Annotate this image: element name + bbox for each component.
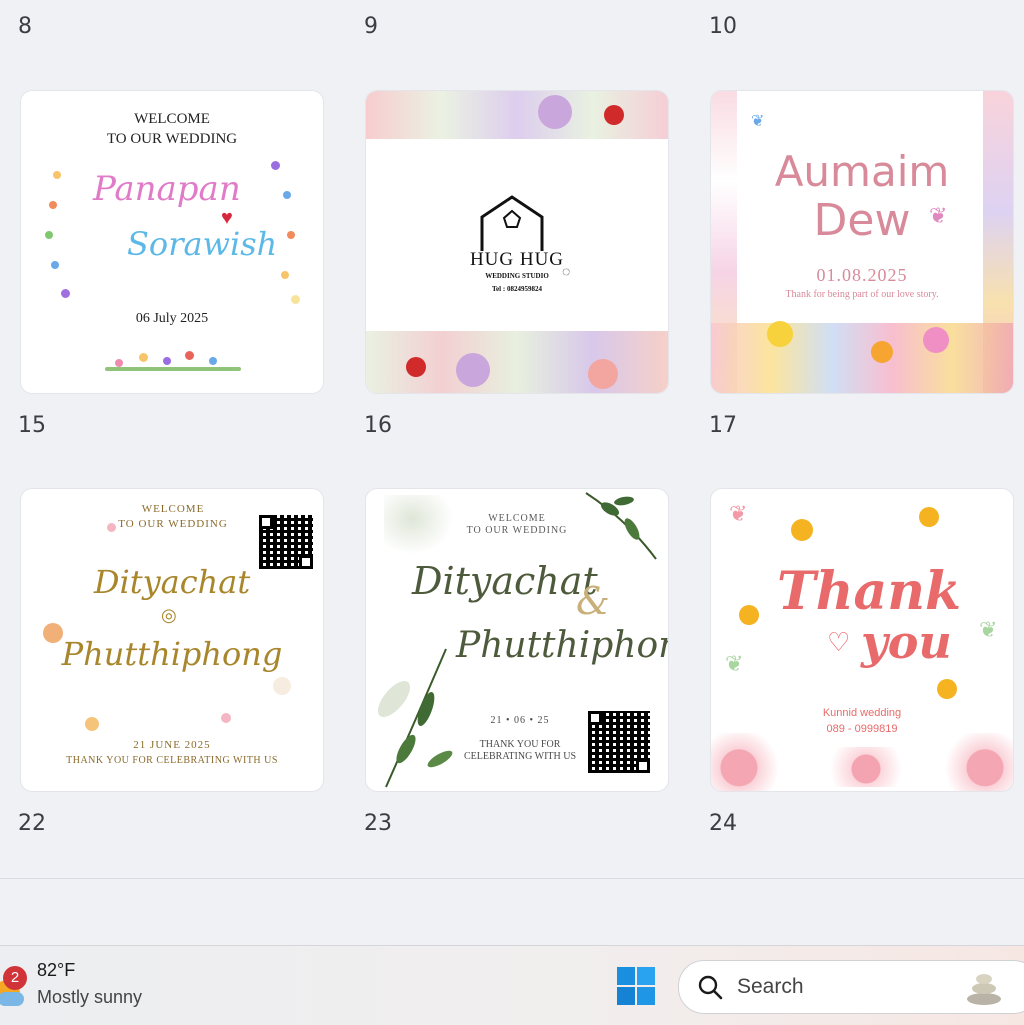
ampersand: &: [576, 579, 610, 623]
item-number-17: 17: [709, 413, 737, 438]
butterfly-icon: ❦: [929, 203, 948, 228]
you-text: you: [861, 615, 952, 669]
windows-start-icon[interactable]: [616, 966, 656, 1006]
weather-condition[interactable]: Mostly sunny: [37, 987, 142, 1008]
qr-code[interactable]: [588, 711, 650, 773]
flower-icon: [43, 623, 63, 643]
flower-icon: [85, 717, 99, 731]
thank-you-line-2: CELEBRATING WITH US: [463, 751, 577, 762]
flower-icon: [273, 677, 291, 695]
taskbar-search-box[interactable]: Search: [678, 960, 1024, 1014]
design-card-22[interactable]: WELCOME TO OUR WEDDING Dityachat ◎ Phutt…: [20, 488, 324, 792]
wedding-date: 01.08.2025: [816, 265, 908, 285]
flower-icon: [588, 359, 618, 389]
flower-icon: [871, 341, 893, 363]
groom-name: Sorawish: [127, 225, 278, 263]
flower-cluster-icon: [821, 747, 911, 787]
welcome-line-2: TO OUR WEDDING: [106, 131, 238, 147]
studio-phone: Tel : 0824959824: [492, 285, 542, 293]
stones-decoration-icon: [963, 969, 1003, 1005]
studio-subtitle: WEDDING STUDIO: [485, 272, 549, 280]
sunflower-icon: [791, 519, 813, 541]
flower-icon: [456, 353, 490, 387]
item-number-10: 10: [709, 14, 737, 39]
flower-icon: [406, 357, 426, 377]
bride-name: Dityachat: [93, 563, 251, 601]
item-number-16: 16: [364, 413, 392, 438]
bride-name: Dityachat: [412, 559, 598, 603]
butterfly-wreath-left-icon: [45, 171, 75, 301]
qr-code[interactable]: [259, 515, 313, 569]
bride-name: Aumaim: [774, 147, 950, 196]
flower-icon: [923, 327, 949, 353]
design-card-24[interactable]: Thank ♡ you Kunnid wedding 089 - 0999819…: [710, 488, 1014, 792]
flower-icon: [767, 321, 793, 347]
weather-temperature[interactable]: 82°F: [37, 960, 75, 981]
rings-icon: ◎: [161, 605, 177, 625]
thank-you-message: THANK YOU FOR CELEBRATING WITH US: [66, 755, 278, 766]
groom-name: Phutthiphong: [61, 635, 283, 673]
search-icon: [698, 975, 723, 1000]
flower-icon: [604, 105, 624, 125]
wedding-date: 06 July 2025: [135, 311, 209, 326]
cloud-icon: [0, 992, 24, 1006]
search-label: Search: [737, 975, 804, 998]
floral-border-bottom-icon: [711, 323, 1013, 393]
butterfly-wreath-right-icon: [271, 161, 301, 311]
flower-border-icon: [105, 341, 241, 373]
thank-you-line-1: THANK YOU FOR: [479, 739, 561, 750]
butterfly-icon: ❦: [751, 113, 765, 130]
house-logo-icon: [480, 195, 544, 251]
design-card-17[interactable]: Aumaim Dew 01.08.2025 Thank for being pa…: [710, 90, 1014, 394]
item-number-23: 23: [364, 811, 392, 836]
item-number-8: 8: [18, 14, 32, 39]
butterfly-icon: ❦: [729, 501, 748, 526]
item-number-24: 24: [709, 811, 737, 836]
flower-cluster-icon: [711, 733, 781, 791]
groom-name: Phutthiphong: [456, 625, 668, 666]
groom-name: Dew: [813, 195, 911, 246]
thank-text: Thank: [777, 561, 962, 622]
heart-outline-icon: ♡: [827, 627, 851, 657]
flower-icon: [107, 523, 116, 532]
sunflower-icon: [919, 507, 939, 527]
welcome-line-2: TO OUR WEDDING: [118, 518, 228, 530]
flower-cluster-icon: [943, 733, 1013, 791]
notification-badge: 2: [3, 966, 27, 990]
welcome-line-2: TO OUR WEDDING: [466, 525, 568, 536]
weather-widget[interactable]: 2: [0, 958, 30, 1010]
butterfly-icon: ❦: [725, 651, 744, 676]
thank-you-message: Thank for being part of our love story.: [785, 289, 939, 300]
item-number-15: 15: [18, 413, 46, 438]
welcome-line-1: WELCOME: [488, 513, 546, 524]
studio-brand: HUG HUG: [469, 249, 565, 270]
wedding-date: 21 JUNE 2025: [133, 739, 211, 751]
welcome-line-1: WELCOME: [134, 111, 210, 127]
section-divider: [0, 878, 1024, 879]
item-number-22: 22: [18, 811, 46, 836]
welcome-line-1: WELCOME: [141, 503, 205, 515]
flower-icon: [538, 95, 572, 129]
sunflower-icon: [937, 679, 957, 699]
design-card-16[interactable]: HUG HUG ◌ WEDDING STUDIO Tel : 082495982…: [365, 90, 669, 394]
item-number-9: 9: [364, 14, 378, 39]
design-card-15[interactable]: WELCOME TO OUR WEDDING Panapan ♥ Sorawis…: [20, 90, 324, 394]
wedding-date: 21 • 06 • 25: [490, 715, 550, 726]
taskbar: 2 82°F Mostly sunny Search: [0, 945, 1024, 1025]
design-card-23[interactable]: WELCOME TO OUR WEDDING Dityachat & Phutt…: [365, 488, 669, 792]
flower-icon: [221, 713, 231, 723]
butterfly-icon: ❦: [979, 617, 998, 642]
bride-name: Panapan: [93, 169, 241, 209]
sunflower-icon: [739, 605, 759, 625]
event-name: Kunnid wedding: [822, 707, 902, 719]
